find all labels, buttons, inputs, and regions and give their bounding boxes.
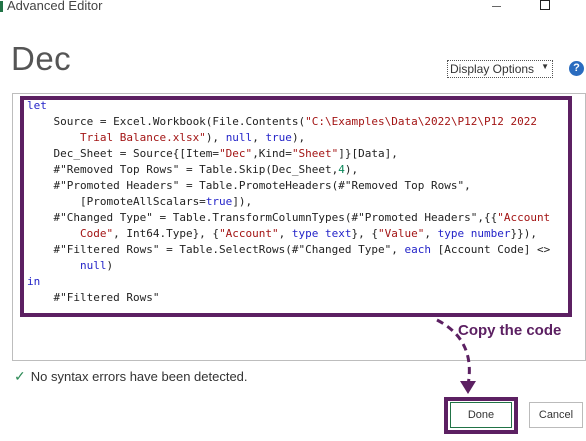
cancel-button[interactable]: Cancel	[529, 402, 583, 428]
syntax-status-text: No syntax errors have been detected.	[30, 369, 248, 384]
done-button[interactable]: Done	[450, 402, 512, 428]
checkmark-icon: ✓	[14, 368, 26, 384]
syntax-status: ✓ No syntax errors have been detected.	[14, 368, 248, 385]
